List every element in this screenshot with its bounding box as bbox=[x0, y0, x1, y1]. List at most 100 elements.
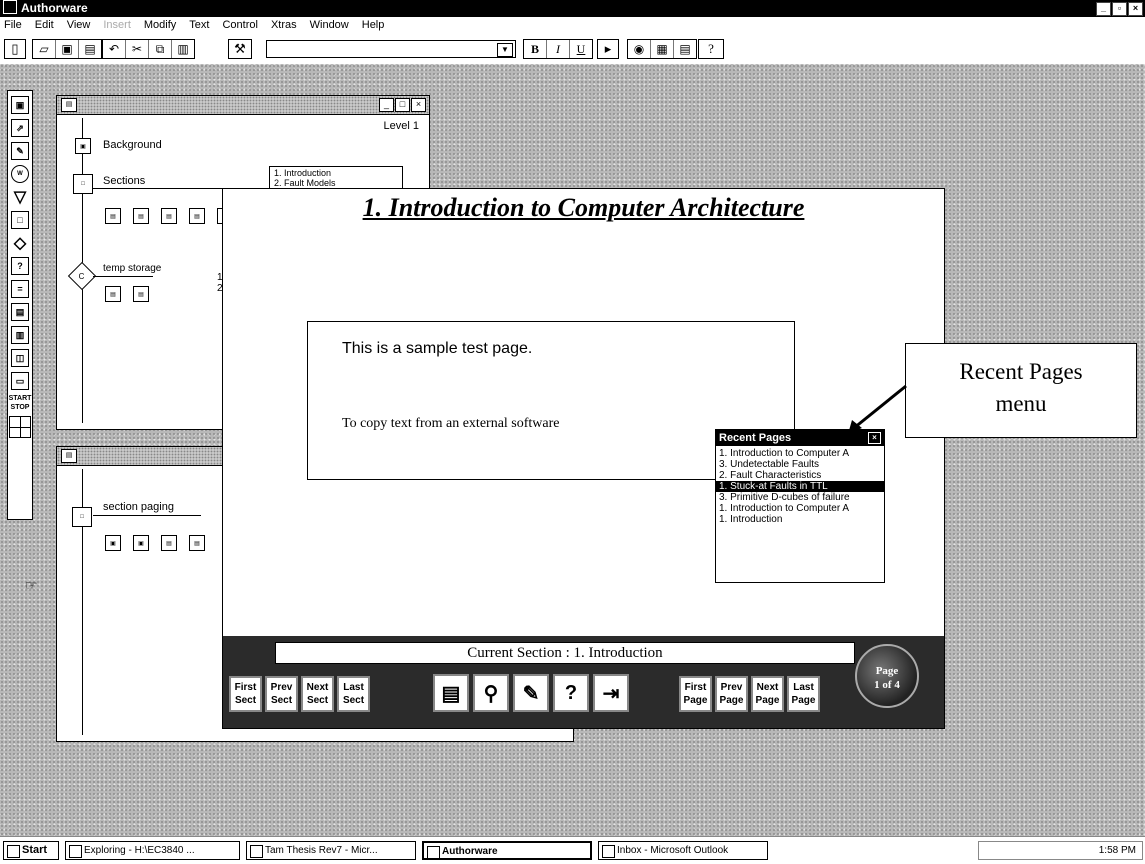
menu-xtras[interactable]: Xtras bbox=[271, 17, 297, 34]
map-node-icon[interactable]: ▤ bbox=[105, 208, 121, 224]
copy-icon[interactable]: ⧉ bbox=[149, 40, 172, 58]
undo-icon[interactable]: ↶ bbox=[103, 40, 126, 58]
calculation-icon[interactable]: = bbox=[11, 280, 29, 298]
text-format-group: B I U bbox=[523, 39, 593, 59]
first-page-button[interactable]: First Page bbox=[679, 676, 712, 712]
recent-page-item[interactable]: 3. Undetectable Faults bbox=[716, 459, 884, 470]
map-node-icon[interactable]: ▤ bbox=[189, 208, 205, 224]
recent-pages-menu: Recent Pages × 1. Introduction to Comput… bbox=[715, 429, 885, 583]
interaction-icon[interactable]: ? bbox=[11, 257, 29, 275]
callout-line: menu bbox=[995, 391, 1047, 416]
list-item[interactable]: 2. Fault Models bbox=[270, 178, 402, 188]
video-icon[interactable]: ▭ bbox=[11, 372, 29, 390]
design-window-title-bar[interactable]: ▤ _ □ × bbox=[57, 96, 429, 115]
prev-page-button[interactable]: Prev Page bbox=[715, 676, 748, 712]
last-section-button[interactable]: Last Sect bbox=[337, 676, 370, 712]
library-icon[interactable]: ▦ bbox=[651, 40, 674, 58]
menu-modify[interactable]: Modify bbox=[144, 17, 176, 34]
map-node-icon[interactable]: ▤ bbox=[161, 208, 177, 224]
map-node-icon[interactable]: ▤ bbox=[189, 535, 205, 551]
sound-icon[interactable]: ◫ bbox=[11, 349, 29, 367]
functions-icon[interactable]: ▤ bbox=[674, 40, 696, 58]
italic-button[interactable]: I bbox=[547, 40, 570, 58]
close-button[interactable]: × bbox=[411, 98, 426, 112]
list-item[interactable]: 1. Introduction bbox=[270, 167, 402, 178]
map-node-icon[interactable]: ▤ bbox=[161, 535, 177, 551]
framework-node-icon[interactable]: □ bbox=[73, 174, 93, 194]
help-icon[interactable]: ? bbox=[553, 674, 589, 712]
bold-button[interactable]: B bbox=[524, 40, 547, 58]
taskbar-item-word[interactable]: Tam Thesis Rev7 - Micr... bbox=[246, 841, 416, 860]
search-icon[interactable]: ⚲ bbox=[473, 674, 509, 712]
node-section-paging-label[interactable]: section paging bbox=[103, 501, 174, 513]
notes-icon[interactable]: ✎ bbox=[513, 674, 549, 712]
menu-edit[interactable]: Edit bbox=[35, 17, 54, 34]
underline-button[interactable]: U bbox=[570, 40, 592, 58]
save-icon[interactable]: ▣ bbox=[56, 40, 79, 58]
decision-icon[interactable]: ◇ bbox=[11, 234, 29, 252]
menu-insert[interactable]: Insert bbox=[103, 17, 131, 34]
display-node-icon[interactable]: ▣ bbox=[133, 535, 149, 551]
text-style-select[interactable]: ▼ bbox=[266, 40, 516, 58]
maximize-button[interactable]: ▫ bbox=[1112, 2, 1127, 16]
maximize-button[interactable]: □ bbox=[395, 98, 410, 112]
control-panel-icon[interactable]: ◉ bbox=[628, 40, 651, 58]
close-button[interactable]: × bbox=[1128, 2, 1143, 16]
menu-window[interactable]: Window bbox=[310, 17, 349, 34]
framework-node-icon[interactable]: □ bbox=[72, 507, 92, 527]
next-page-button[interactable]: Next Page bbox=[751, 676, 784, 712]
recent-page-item[interactable]: 1. Stuck-at Faults in TTL bbox=[716, 481, 884, 492]
map-node-icon[interactable]: ▤ bbox=[105, 286, 121, 302]
menu-view[interactable]: View bbox=[67, 17, 91, 34]
prev-section-button[interactable]: Prev Sect bbox=[265, 676, 298, 712]
erase-icon[interactable]: ✎ bbox=[11, 142, 29, 160]
minimize-button[interactable]: _ bbox=[1096, 2, 1111, 16]
chevron-down-icon[interactable]: ▼ bbox=[497, 43, 513, 57]
map-node-icon[interactable]: ▤ bbox=[133, 286, 149, 302]
wait-icon[interactable]: W bbox=[11, 165, 29, 183]
menu-text[interactable]: Text bbox=[189, 17, 209, 34]
recent-page-item[interactable]: 3. Primitive D-cubes of failure bbox=[716, 492, 884, 503]
menu-control[interactable]: Control bbox=[222, 17, 257, 34]
recent-page-item[interactable]: 1. Introduction to Computer A bbox=[716, 503, 884, 514]
map-node-icon[interactable]: ▤ bbox=[133, 208, 149, 224]
recent-page-item[interactable]: 1. Introduction to Computer A bbox=[716, 448, 884, 459]
icon-color-grid[interactable] bbox=[9, 416, 31, 438]
minimize-button[interactable]: _ bbox=[379, 98, 394, 112]
map-icon[interactable]: ▤ bbox=[11, 303, 29, 321]
cut-icon[interactable]: ✂ bbox=[126, 40, 149, 58]
motion-icon[interactable]: ⇗ bbox=[11, 119, 29, 137]
recent-page-item[interactable]: 1. Introduction bbox=[716, 514, 884, 525]
stop-flag-icon[interactable]: STOP bbox=[8, 404, 32, 411]
first-section-button[interactable]: First Sect bbox=[229, 676, 262, 712]
movie-icon[interactable]: ▥ bbox=[11, 326, 29, 344]
node-background-label[interactable]: Background bbox=[103, 139, 162, 151]
help-pointer-button[interactable]: ? bbox=[698, 39, 724, 59]
next-section-button[interactable]: Next Sect bbox=[301, 676, 334, 712]
taskbar-item-explorer[interactable]: Exploring - H:\EC3840 ... bbox=[65, 841, 240, 860]
node-sections-label[interactable]: Sections bbox=[103, 175, 145, 187]
open-file-icon[interactable]: ▱ bbox=[33, 40, 56, 58]
import-icon[interactable]: ▤ bbox=[79, 40, 101, 58]
display-node-icon[interactable]: ▣ bbox=[105, 535, 121, 551]
menu-file[interactable]: File bbox=[4, 17, 22, 34]
display-node-icon[interactable]: ▣ bbox=[75, 138, 91, 154]
recent-pages-icon[interactable]: ▤ bbox=[433, 674, 469, 712]
paste-icon[interactable]: ▥ bbox=[172, 40, 194, 58]
decision-node-icon[interactable]: C bbox=[67, 261, 97, 291]
menu-help[interactable]: Help bbox=[362, 17, 385, 34]
new-file-icon[interactable]: ▯ bbox=[4, 39, 26, 59]
taskbar-item-authorware[interactable]: Authorware bbox=[422, 841, 592, 860]
navigate-icon[interactable]: ▽ bbox=[11, 188, 29, 206]
start-button[interactable]: Start bbox=[3, 841, 59, 860]
run-icon[interactable]: ▸ bbox=[597, 39, 619, 59]
node-temp-storage-label[interactable]: temp storage bbox=[103, 263, 161, 274]
display-icon[interactable]: ▣ bbox=[11, 96, 29, 114]
recent-page-item[interactable]: 2. Fault Characteristics bbox=[716, 470, 884, 481]
taskbar-item-outlook[interactable]: Inbox - Microsoft Outlook bbox=[598, 841, 768, 860]
start-flag-icon[interactable]: START bbox=[8, 395, 32, 402]
framework-icon[interactable]: □ bbox=[11, 211, 29, 229]
last-page-button[interactable]: Last Page bbox=[787, 676, 820, 712]
exit-icon[interactable]: ⇥ bbox=[593, 674, 629, 712]
find-icon[interactable]: ⚒ bbox=[228, 39, 252, 59]
